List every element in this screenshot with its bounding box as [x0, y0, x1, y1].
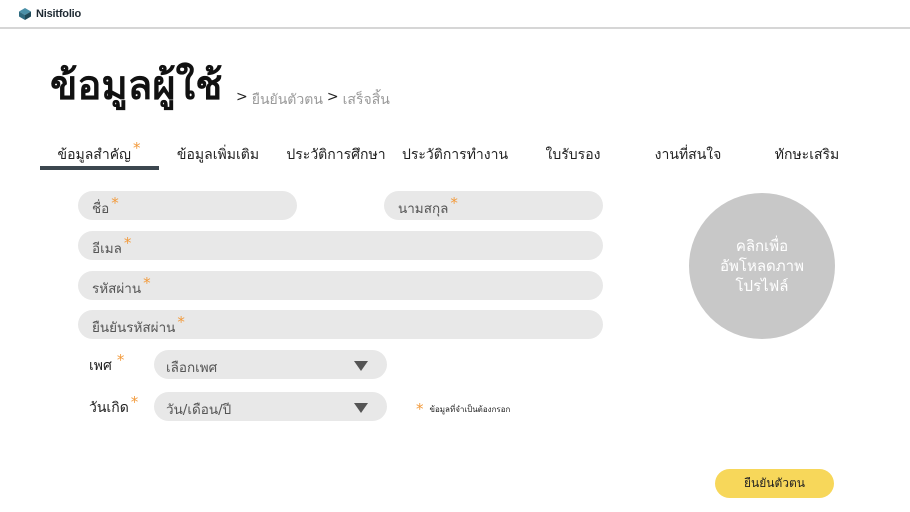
active-tab-indicator [40, 166, 159, 170]
first-name-field[interactable]: ชื่อ * [78, 191, 297, 220]
password-placeholder: รหัสผ่าน [92, 281, 142, 297]
required-marker: * [123, 234, 132, 252]
tab-essential-info[interactable]: ข้อมูลสำคัญ * [57, 139, 141, 166]
birthdate-label-text: วันเกิด [89, 400, 129, 416]
confirm-password-placeholder: ยืนยันรหัสผ่าน [92, 320, 176, 336]
tab-extra-skills[interactable]: ทักษะเสริม [775, 144, 840, 166]
required-fields-note: * ข้อมูลที่จำเป็นต้องกรอก [416, 400, 510, 418]
required-marker: * [177, 313, 185, 331]
breadcrumb-separator: > [326, 89, 339, 105]
breadcrumb-step-done: เสร็จสิ้น [342, 92, 390, 108]
required-marker: * [450, 194, 458, 212]
tab-label: งานที่สนใจ [654, 147, 722, 163]
tab-label: ข้อมูลเพิ่มเติม [176, 147, 260, 163]
required-marker: * [416, 400, 424, 418]
required-note-text: ข้อมูลที่จำเป็นต้องกรอก [429, 404, 511, 414]
required-marker: * [111, 194, 119, 212]
verify-identity-button[interactable]: ยืนยันตัวตน [715, 469, 834, 498]
brand-logo[interactable]: Nisitfolio [18, 7, 81, 21]
required-marker: * [116, 351, 125, 369]
tab-label: ทักษะเสริม [774, 147, 840, 163]
breadcrumb-separator: > [236, 89, 248, 105]
email-placeholder: อีเมล [92, 241, 122, 257]
top-bar: Nisitfolio [0, 0, 910, 29]
tab-label: ประวัติการทำงาน [401, 147, 509, 163]
gender-label: เพศ * [89, 351, 124, 377]
required-marker: * [143, 274, 151, 292]
dropdown-arrow-icon [354, 403, 368, 413]
tab-interested-jobs[interactable]: งานที่สนใจ [655, 144, 722, 166]
last-name-field[interactable]: นามสกุล * [384, 191, 603, 220]
dropdown-arrow-icon [354, 361, 368, 371]
tab-education[interactable]: ประวัติการศึกษา [286, 144, 385, 166]
upload-text-line: คลิกเพื่อ [735, 237, 789, 255]
email-field[interactable]: อีเมล * [78, 231, 603, 260]
required-marker: * [133, 139, 141, 157]
upload-text-line: อัพโหลดภาพ [720, 257, 804, 275]
gender-select-value: เลือกเพศ [166, 360, 218, 376]
gender-select[interactable]: เลือกเพศ [154, 350, 387, 379]
first-name-placeholder: ชื่อ [92, 201, 110, 217]
password-field[interactable]: รหัสผ่าน * [78, 271, 603, 300]
tab-label: ใบรับรอง [545, 147, 601, 163]
birthdate-select-value: วัน/เดือน/ปี [166, 402, 232, 418]
birthdate-label: วันเกิด * [89, 393, 138, 419]
upload-text-line: โปรไฟล์ [735, 277, 789, 295]
profile-photo-upload[interactable]: คลิกเพื่อ อัพโหลดภาพ โปรไฟล์ [689, 193, 835, 339]
tab-additional-info[interactable]: ข้อมูลเพิ่มเติม [177, 144, 259, 166]
birthdate-select[interactable]: วัน/เดือน/ปี [154, 392, 387, 421]
page-title: ข้อมูลผู้ใช้ [50, 63, 223, 109]
tab-label: ประวัติการศึกษา [286, 147, 386, 163]
tab-certificates[interactable]: ใบรับรอง [546, 144, 601, 166]
tab-bar: ข้อมูลสำคัญ * ข้อมูลเพิ่มเติม ประวัติการศ… [40, 138, 870, 172]
required-marker: * [130, 393, 139, 411]
breadcrumb-step-verify: ยืนยันตัวตน [251, 92, 323, 108]
brand-name: Nisitfolio [36, 8, 82, 20]
gender-label-text: เพศ [89, 358, 112, 374]
breadcrumb: > ยืนยันตัวตน > เสร็จสิ้น [236, 89, 390, 111]
tab-work-history[interactable]: ประวัติการทำงาน [402, 144, 508, 166]
logo-icon [19, 8, 31, 20]
confirm-password-field[interactable]: ยืนยันรหัสผ่าน * [78, 310, 603, 339]
last-name-placeholder: นามสกุล [398, 201, 449, 217]
tab-label: ข้อมูลสำคัญ [57, 147, 132, 163]
